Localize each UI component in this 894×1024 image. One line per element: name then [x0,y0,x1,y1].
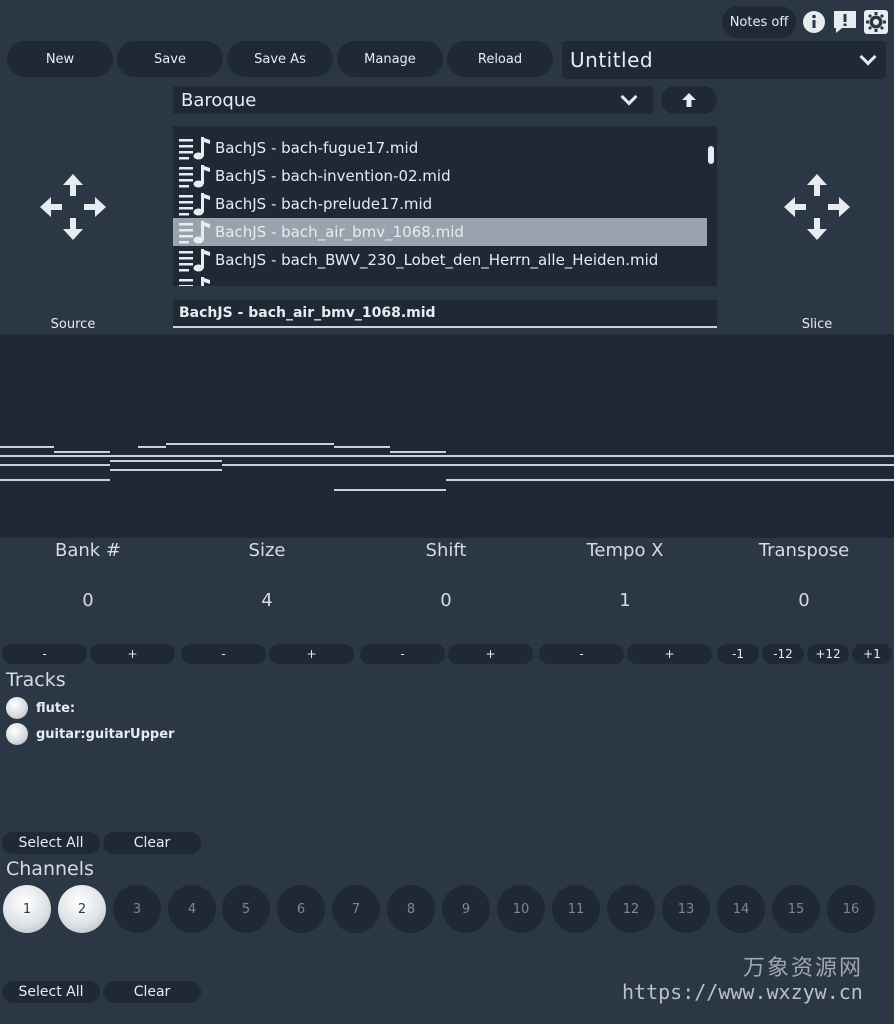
tempo-value[interactable]: 1 [535,590,715,611]
size-value[interactable]: 4 [177,590,357,611]
channel-12-button[interactable]: 12 [607,885,655,933]
channel-6-button[interactable]: 6 [277,885,325,933]
tracks-list: flute: guitar:guitarUpper [6,695,174,747]
track-item[interactable]: flute: [6,695,174,721]
file-name: BachJS - bach_BWV_230_Lobet_den_Herrn_al… [215,251,659,269]
midi-file-icon [179,193,210,216]
bank-value[interactable]: 0 [0,590,178,611]
save-as-button[interactable]: Save As [227,41,333,77]
file-name: BachJS - bach-invention-02.mid [215,167,451,185]
channel-4-button[interactable]: 4 [168,885,216,933]
save-button[interactable]: Save [117,41,223,77]
channels-select-all-button[interactable]: Select All [2,981,100,1003]
watermark-url: https://www.wxzyw.cn [622,980,863,1004]
transpose-minus-12-button[interactable]: -12 [762,644,804,664]
channel-5-button[interactable]: 5 [222,885,270,933]
transpose-plus-12-button[interactable]: +12 [807,644,849,664]
watermark-text: 万象资源网 [743,956,864,981]
channel-2-button[interactable]: 2 [58,885,106,933]
bank-label: Bank # [54,540,121,561]
tempo-label: Tempo X [586,540,664,561]
reload-button[interactable]: Reload [447,41,553,77]
track-item[interactable]: guitar:guitarUpper [6,721,174,747]
track-toggle[interactable] [6,697,28,719]
piano-roll[interactable] [0,334,894,538]
track-toggle[interactable] [6,723,28,745]
shift-value[interactable]: 0 [356,590,536,611]
preset-select[interactable]: Untitled [562,41,886,79]
track-name: guitar:guitarUpper [36,726,175,742]
file-list[interactable]: BachJS - bach-fugue17.mid BachJS - bach-… [173,126,717,286]
bank-decrement-button[interactable]: - [2,644,87,664]
slice-label: Slice [801,317,833,332]
source-label: Source [50,317,96,332]
move-arrows-icon [784,174,850,240]
settings-gear-icon[interactable] [862,8,890,36]
shift-label: Shift [425,540,467,561]
shift-decrement-button[interactable]: - [360,644,445,664]
channel-3-button[interactable]: 3 [113,885,161,933]
channel-16-button[interactable]: 16 [827,885,875,933]
channel-13-button[interactable]: 13 [662,885,710,933]
midi-file-icon [179,137,210,160]
track-name: flute: [36,700,76,716]
transpose-label: Transpose [758,540,850,561]
arrow-up-icon [682,93,696,107]
folder-name: Baroque [181,89,257,111]
file-name: BachJS - bach_air_bmv_1068.mid [215,223,464,241]
size-label: Size [248,540,286,561]
manage-button[interactable]: Manage [337,41,443,77]
file-list-scrollbar[interactable] [708,146,714,164]
channel-1-button[interactable]: 1 [3,885,51,933]
channel-8-button[interactable]: 8 [387,885,435,933]
midi-file-icon [179,277,210,286]
channel-9-button[interactable]: 9 [442,885,490,933]
slice-drag-handle[interactable] [784,174,850,244]
tracks-clear-button[interactable]: Clear [103,832,201,854]
tempo-increment-button[interactable]: + [627,644,712,664]
file-name: BachJS - bach-fugue17.mid [215,139,419,157]
feedback-icon[interactable] [831,8,859,36]
note-lines [0,443,894,491]
tempo-decrement-button[interactable]: - [539,644,624,664]
tracks-title: Tracks [6,669,66,691]
channels-title: Channels [6,858,94,880]
tracks-select-all-button[interactable]: Select All [2,832,100,854]
folder-select[interactable]: Baroque [173,86,653,114]
preset-name: Untitled [570,48,654,72]
chevron-down-icon [859,48,877,66]
selected-file-name: BachJS - bach_air_bmv_1068.mid [173,300,717,328]
file-list-item[interactable]: BachJS - bach_BWV_230_Lobet_den_Herrn_al… [173,246,707,274]
channel-15-button[interactable]: 15 [772,885,820,933]
file-list-item-partial[interactable] [173,274,707,286]
info-icon[interactable] [800,8,828,36]
file-name: BachJS - bach-prelude17.mid [215,195,433,213]
channel-11-button[interactable]: 11 [552,885,600,933]
shift-increment-button[interactable]: + [448,644,533,664]
size-decrement-button[interactable]: - [181,644,266,664]
folder-up-button[interactable] [661,86,717,114]
file-list-item-selected[interactable]: BachJS - bach_air_bmv_1068.mid [173,218,707,246]
file-list-item[interactable]: BachJS - bach-invention-02.mid [173,162,707,190]
new-button[interactable]: New [7,41,113,77]
file-list-item[interactable]: BachJS - bach-prelude17.mid [173,190,707,218]
channel-14-button[interactable]: 14 [717,885,765,933]
source-drag-handle[interactable] [40,174,106,244]
bank-increment-button[interactable]: + [90,644,175,664]
size-increment-button[interactable]: + [269,644,354,664]
move-arrows-icon [40,174,106,240]
channels-clear-button[interactable]: Clear [103,981,201,1003]
transpose-value[interactable]: 0 [714,590,894,611]
midi-file-icon [179,249,210,272]
transpose-plus-1-button[interactable]: +1 [852,644,892,664]
file-list-item[interactable]: BachJS - bach-fugue17.mid [173,134,707,162]
midi-file-icon [179,165,210,188]
midi-file-icon [179,221,210,244]
notes-toggle-button[interactable]: Notes off [722,6,796,38]
channel-10-button[interactable]: 10 [497,885,545,933]
transpose-minus-1-button[interactable]: -1 [717,644,759,664]
channel-7-button[interactable]: 7 [332,885,380,933]
chevron-down-icon [620,88,638,106]
